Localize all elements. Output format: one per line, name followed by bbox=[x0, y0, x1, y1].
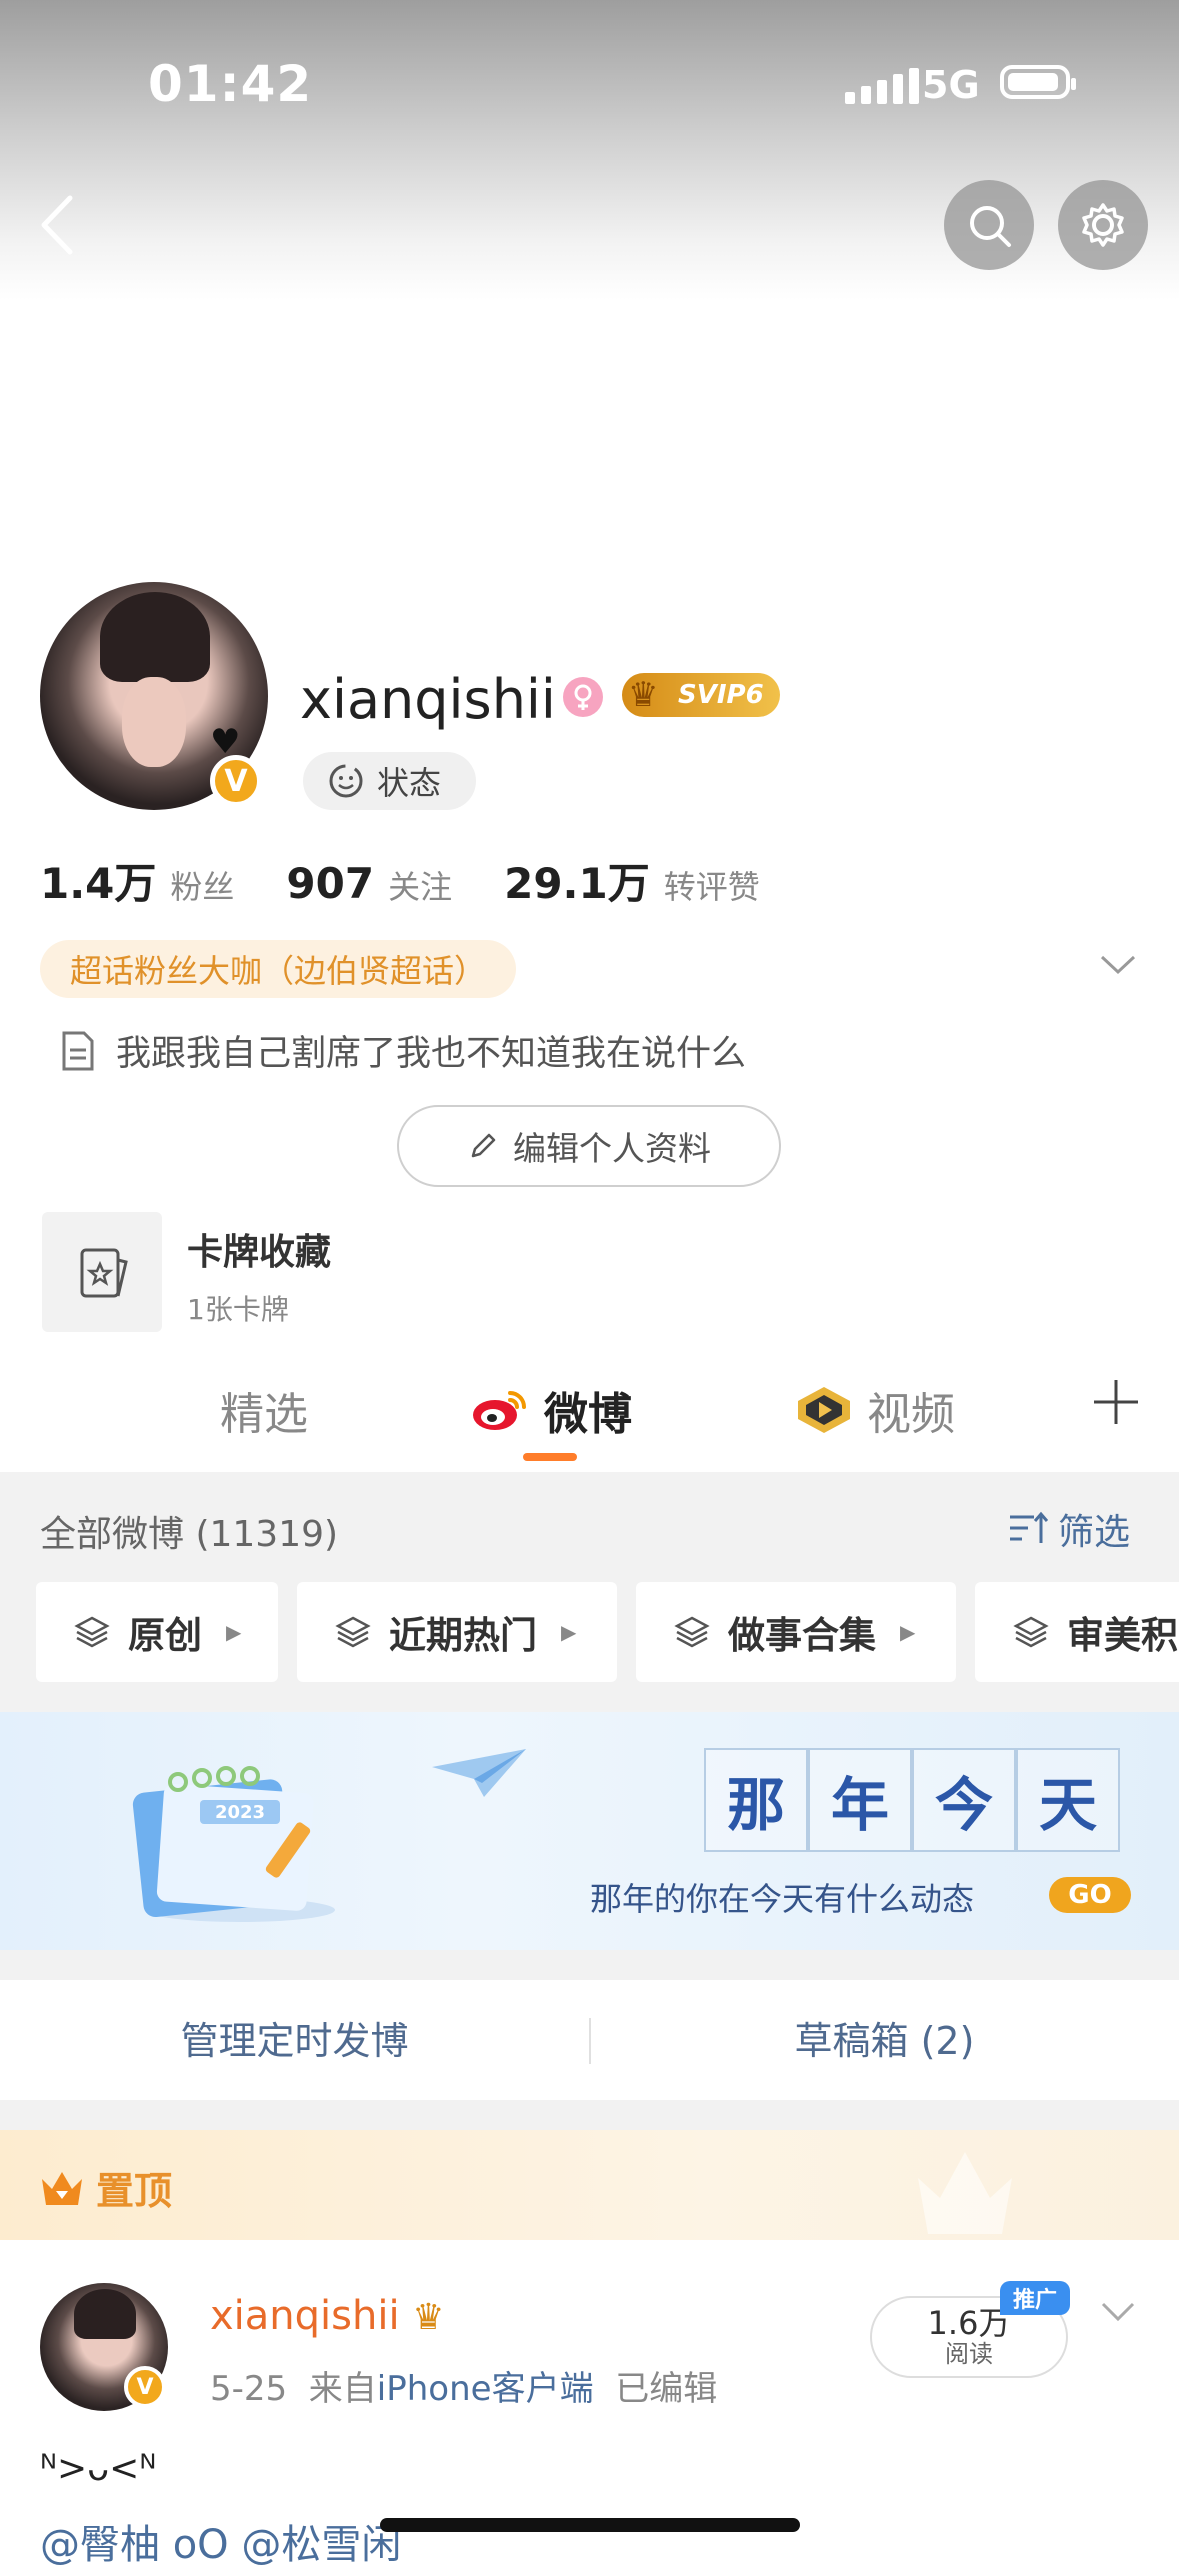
pencil-icon bbox=[471, 1133, 496, 1158]
card-collection-title[interactable]: 卡牌收藏 bbox=[187, 1223, 331, 1275]
chip-original[interactable]: 原创 ▶ bbox=[36, 1582, 278, 1682]
profile-username: xianqishii bbox=[300, 668, 556, 731]
post-meta: 5-25 来自iPhone客户端 已编辑 bbox=[210, 2369, 718, 2409]
post-author-name[interactable]: xianqishii ♛ bbox=[210, 2293, 445, 2339]
memories-subtitle: 那年的你在今天有什么动态 bbox=[590, 1880, 975, 1918]
active-tab-indicator bbox=[523, 1453, 577, 1461]
tab-weibo[interactable]: 微博 bbox=[470, 1378, 632, 1442]
layers-icon bbox=[1013, 1616, 1049, 1648]
battery-icon bbox=[1000, 65, 1076, 99]
video-play-icon bbox=[798, 1387, 850, 1433]
search-icon bbox=[970, 206, 1011, 247]
add-tab-button[interactable] bbox=[1092, 1378, 1140, 1426]
fan-badge[interactable]: 超话粉丝大咖（边伯贤超话） bbox=[40, 940, 517, 998]
plus-icon bbox=[1094, 1380, 1138, 1424]
card-collection-icon[interactable] bbox=[42, 1212, 162, 1332]
calendar-illustration: 2023 bbox=[130, 1760, 350, 1925]
status-time: 01:42 bbox=[148, 55, 313, 113]
filter-button[interactable]: 筛选 bbox=[1008, 1503, 1130, 1555]
chevron-down-icon bbox=[1101, 2302, 1135, 2322]
network-label: 5G bbox=[922, 63, 980, 107]
stat-interactions[interactable]: 29.1万 转评赞 bbox=[504, 850, 760, 911]
svip-label: SVIP6 bbox=[678, 680, 764, 710]
status-label: 状态 bbox=[377, 764, 442, 802]
weibo-logo-icon bbox=[473, 1391, 526, 1430]
crown-watermark-icon bbox=[918, 2152, 1012, 2234]
promote-badge[interactable]: 推广 bbox=[1000, 2281, 1070, 2315]
svip-badge[interactable]: ♛ SVIP6 bbox=[622, 673, 780, 717]
crown-icon: ♛ bbox=[628, 675, 659, 715]
crown-icon bbox=[42, 2171, 82, 2205]
pinned-label: 置顶 bbox=[40, 2160, 172, 2215]
female-icon bbox=[563, 677, 603, 717]
tab-video[interactable]: 视频 bbox=[795, 1378, 955, 1442]
post-verified-badge: V bbox=[124, 2366, 166, 2408]
memories-title: 那年今天 bbox=[704, 1748, 1120, 1852]
chevron-down-icon bbox=[1100, 955, 1136, 975]
gear-icon bbox=[1082, 203, 1124, 247]
drafts-button[interactable]: 草稿箱 (2) bbox=[590, 2010, 1179, 2065]
layers-icon bbox=[74, 1616, 110, 1648]
status-face-icon bbox=[329, 764, 363, 798]
doc-icon bbox=[62, 1031, 94, 1070]
layers-icon bbox=[335, 1616, 371, 1648]
svg-text:2023: 2023 bbox=[215, 1802, 265, 1823]
back-icon bbox=[41, 195, 73, 255]
card-icon bbox=[80, 1248, 128, 1298]
stat-followers[interactable]: 1.4万 粉丝 bbox=[40, 850, 234, 911]
profile-bio: 我跟我自己割席了我也不知道我在说什么 bbox=[60, 1025, 746, 1076]
all-posts-count: 全部微博 (11319) bbox=[40, 1514, 339, 1555]
chip-aesthetic[interactable]: 审美积 bbox=[975, 1582, 1179, 1682]
tab-featured[interactable]: 精选 bbox=[220, 1378, 308, 1442]
post-menu-button[interactable] bbox=[1100, 2300, 1136, 2328]
filter-icon bbox=[1010, 1511, 1048, 1543]
layers-icon bbox=[674, 1616, 710, 1648]
memories-go-button[interactable]: GO bbox=[1049, 1877, 1131, 1913]
edit-profile-button[interactable]: 编辑个人资料 bbox=[397, 1105, 781, 1187]
chip-collection[interactable]: 做事合集 ▶ bbox=[636, 1582, 956, 1682]
chip-recent-hot[interactable]: 近期热门 ▶ bbox=[297, 1582, 617, 1682]
bio-text: 我跟我自己割席了我也不知道我在说什么 bbox=[116, 1034, 747, 1074]
stat-following[interactable]: 907 关注 bbox=[286, 859, 452, 908]
settings-button[interactable] bbox=[1058, 180, 1148, 270]
profile-stats: 1.4万 粉丝 907 关注 29.1万 转评赞 bbox=[40, 850, 812, 911]
home-indicator[interactable] bbox=[380, 2518, 800, 2532]
expand-profile-button[interactable] bbox=[1098, 952, 1138, 982]
crown-icon: ♛ bbox=[412, 2297, 445, 2338]
card-collection-count: 1张卡牌 bbox=[187, 1293, 289, 1326]
back-button[interactable] bbox=[30, 190, 90, 260]
scheduled-posts-button[interactable]: 管理定时发博 bbox=[0, 2010, 589, 2065]
verified-badge: V bbox=[210, 755, 262, 807]
post-text: ᴺ>ᴗ<ᴺ bbox=[40, 2448, 157, 2489]
search-button[interactable] bbox=[944, 180, 1034, 270]
status-chip[interactable]: 状态 bbox=[303, 752, 476, 810]
signal-icon bbox=[845, 68, 919, 104]
post-mentions[interactable]: @臀柚 oO @松雪闲 bbox=[40, 2512, 401, 2570]
paper-plane-icon bbox=[432, 1749, 526, 1797]
